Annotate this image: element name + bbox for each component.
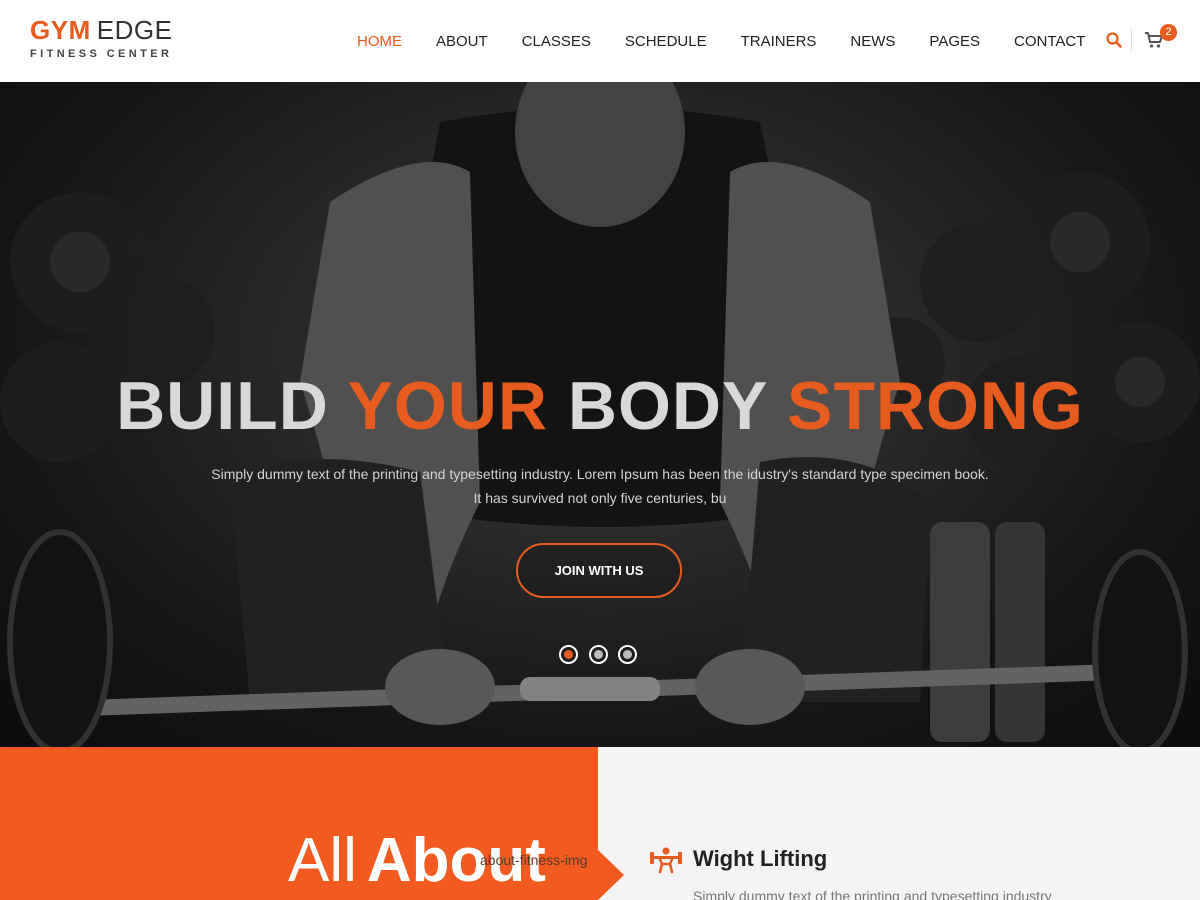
hero-title-word: BUILD [116, 368, 329, 444]
logo-edge: EDGE [96, 15, 173, 45]
hero-slider: BUILD YOUR BODY STRONG Simply dummy text… [0, 82, 1200, 747]
join-with-us-button[interactable]: JOIN WITH US [516, 543, 682, 598]
nav-item-schedule[interactable]: SCHEDULE [608, 33, 724, 50]
search-icon[interactable] [1105, 31, 1123, 49]
logo-wordmark: GYM EDGE [30, 16, 190, 44]
hero-title: BUILD YOUR BODY STRONG [0, 367, 1200, 445]
nav-item-classes[interactable]: CLASSES [505, 33, 608, 50]
logo[interactable]: GYM EDGE FITNESS CENTER [30, 16, 190, 66]
slider-dot-2[interactable] [589, 645, 608, 664]
hero-description: Simply dummy text of the printing and ty… [150, 462, 1050, 510]
hero-description-line: Simply dummy text of the printing and ty… [211, 466, 989, 482]
hero-title-word: BODY [567, 368, 768, 444]
about-heading-thin: All [288, 826, 357, 895]
broken-image-alt-text: about-fitness-img [480, 852, 588, 868]
hero-title-word: YOUR [347, 368, 548, 444]
weightlifting-icon [648, 844, 684, 874]
nav-item-about[interactable]: ABOUT [419, 33, 505, 50]
slider-dot-3[interactable] [618, 645, 637, 664]
slider-dot-1[interactable] [559, 645, 578, 664]
feature-title: Wight Lifting [693, 846, 828, 871]
slider-pagination [559, 645, 641, 665]
logo-gym: GYM [30, 15, 91, 45]
nav-item-contact[interactable]: CONTACT [997, 33, 1102, 50]
about-section-right [598, 747, 1200, 900]
nav-item-home[interactable]: HOME [340, 33, 419, 50]
site-header: GYM EDGE FITNESS CENTER HOME ABOUT CLASSE… [0, 0, 1200, 82]
feature-description: Simply dummy text of the printing and ty… [693, 888, 1052, 900]
hero-description-line: It has survived not only five centuries,… [473, 490, 727, 506]
nav-item-pages[interactable]: PAGES [912, 33, 997, 50]
logo-tagline: FITNESS CENTER [30, 48, 173, 60]
about-arrow-decoration [598, 850, 624, 900]
nav-item-trainers[interactable]: TRAINERS [724, 33, 834, 50]
cart-count-badge: 2 [1160, 24, 1177, 41]
main-nav: HOME ABOUT CLASSES SCHEDULE TRAINERS NEW… [340, 0, 1102, 82]
hero-title-word: STRONG [787, 368, 1084, 444]
header-divider [1131, 29, 1132, 51]
nav-item-news[interactable]: NEWS [833, 33, 912, 50]
